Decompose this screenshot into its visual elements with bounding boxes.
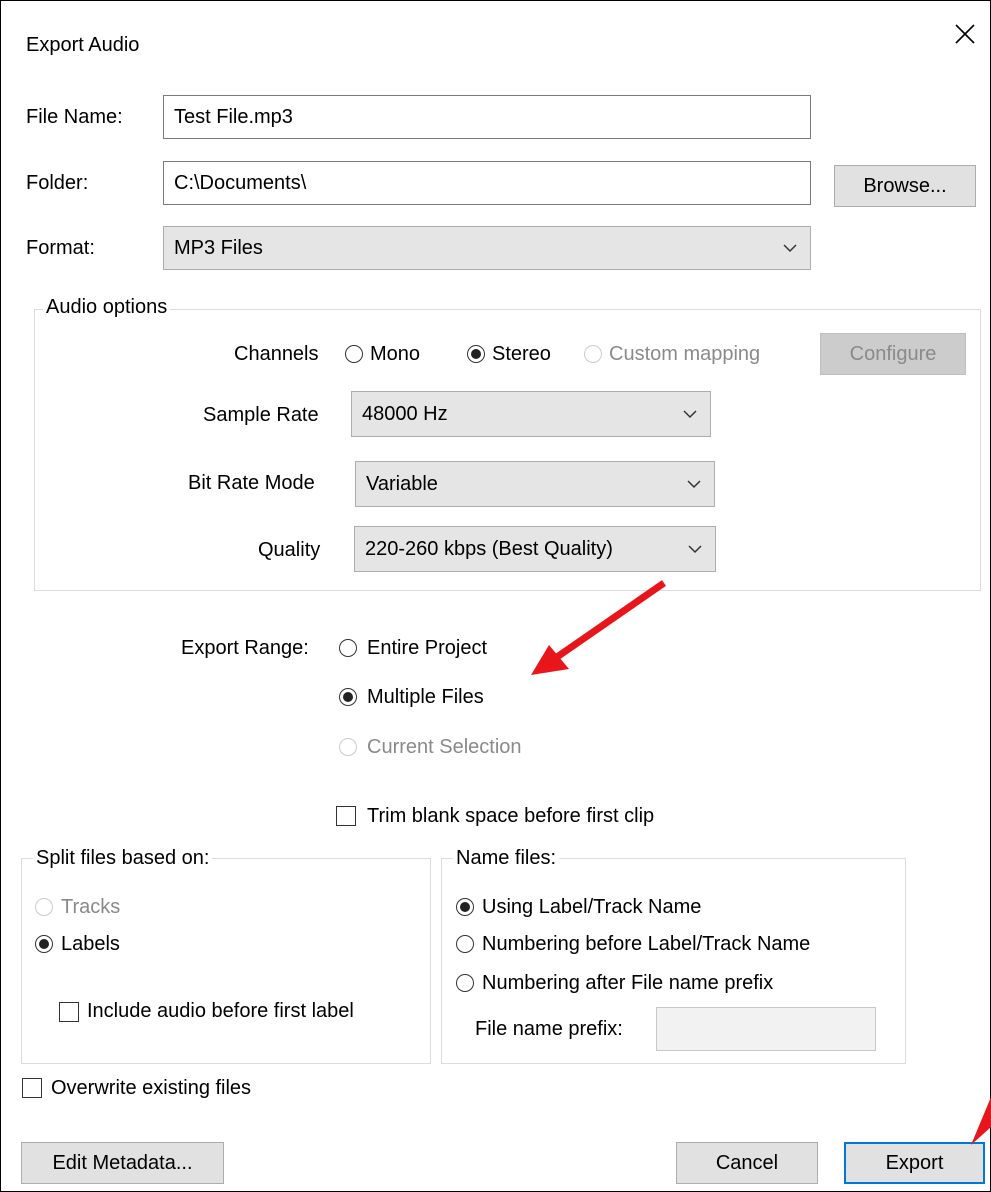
edit-metadata-button[interactable]: Edit Metadata... bbox=[21, 1142, 224, 1184]
overwrite-label: Overwrite existing files bbox=[51, 1077, 252, 1099]
file-name-label: File Name: bbox=[26, 106, 123, 128]
numbering-after-radio[interactable] bbox=[456, 974, 474, 992]
current-selection-radio[interactable] bbox=[339, 738, 357, 756]
dialog-title: Export Audio bbox=[26, 34, 140, 56]
chevron-down-icon bbox=[683, 410, 697, 419]
custom-mapping-label: Custom mapping bbox=[609, 343, 761, 365]
current-selection-label: Current Selection bbox=[367, 736, 522, 758]
export-audio-dialog: Export Audio File Name: Test File.mp3 Fo… bbox=[0, 0, 991, 1192]
multiple-files-label: Multiple Files bbox=[367, 686, 484, 708]
browse-button[interactable]: Browse... bbox=[834, 165, 976, 207]
file-name-prefix-input[interactable] bbox=[656, 1007, 876, 1051]
include-audio-label: Include audio before first label bbox=[87, 1000, 354, 1022]
sample-rate-label: Sample Rate bbox=[203, 404, 319, 426]
format-select[interactable]: MP3 Files bbox=[163, 226, 811, 270]
numbering-before-label: Numbering before Label/Track Name bbox=[482, 933, 811, 955]
cancel-button[interactable]: Cancel bbox=[676, 1142, 818, 1184]
format-select-value: MP3 Files bbox=[174, 236, 263, 259]
export-range-label: Export Range: bbox=[181, 637, 309, 659]
bit-rate-mode-select[interactable]: Variable bbox=[355, 461, 715, 507]
mono-label: Mono bbox=[370, 343, 421, 365]
bit-rate-mode-value: Variable bbox=[366, 472, 438, 495]
using-label-radio[interactable] bbox=[456, 898, 474, 916]
labels-label: Labels bbox=[61, 933, 120, 955]
annotation-arrow-icon bbox=[531, 580, 666, 675]
sample-rate-value: 48000 Hz bbox=[362, 402, 448, 425]
folder-label: Folder: bbox=[26, 172, 89, 194]
custom-mapping-radio[interactable] bbox=[584, 345, 602, 363]
split-files-title: Split files based on: bbox=[33, 846, 213, 870]
tracks-radio[interactable] bbox=[35, 898, 53, 916]
export-button[interactable]: Export bbox=[844, 1142, 985, 1184]
numbering-after-label: Numbering after File name prefix bbox=[482, 972, 774, 994]
audio-options-title: Audio options bbox=[43, 295, 171, 319]
labels-radio[interactable] bbox=[35, 935, 53, 953]
entire-project-radio[interactable] bbox=[339, 639, 357, 657]
channels-label: Channels bbox=[234, 343, 319, 365]
folder-input[interactable]: C:\Documents\ bbox=[163, 161, 811, 205]
sample-rate-select[interactable]: 48000 Hz bbox=[351, 391, 711, 437]
configure-button[interactable]: Configure bbox=[820, 333, 966, 375]
stereo-radio[interactable] bbox=[467, 345, 485, 363]
mono-radio[interactable] bbox=[345, 345, 363, 363]
chevron-down-icon bbox=[783, 244, 797, 253]
quality-label: Quality bbox=[258, 539, 321, 561]
bit-rate-mode-label: Bit Rate Mode bbox=[188, 472, 315, 494]
file-name-input[interactable]: Test File.mp3 bbox=[163, 95, 811, 139]
entire-project-label: Entire Project bbox=[367, 637, 488, 659]
include-audio-checkbox[interactable] bbox=[59, 1002, 79, 1022]
format-label: Format: bbox=[26, 237, 95, 259]
trim-blank-space-checkbox[interactable] bbox=[336, 806, 356, 826]
trim-blank-space-label: Trim blank space before first clip bbox=[367, 805, 655, 827]
stereo-label: Stereo bbox=[492, 343, 551, 365]
quality-select[interactable]: 220-260 kbps (Best Quality) bbox=[354, 526, 716, 572]
quality-value: 220-260 kbps (Best Quality) bbox=[365, 537, 613, 560]
tracks-label: Tracks bbox=[61, 896, 121, 918]
split-files-group bbox=[21, 858, 431, 1064]
file-name-prefix-label: File name prefix: bbox=[475, 1018, 623, 1040]
chevron-down-icon bbox=[687, 480, 701, 489]
multiple-files-radio[interactable] bbox=[339, 688, 357, 706]
numbering-before-radio[interactable] bbox=[456, 935, 474, 953]
chevron-down-icon bbox=[688, 545, 702, 554]
using-label-label: Using Label/Track Name bbox=[482, 896, 702, 918]
close-icon[interactable] bbox=[954, 23, 976, 45]
annotation-arrow-icon bbox=[971, 1097, 991, 1145]
overwrite-checkbox[interactable] bbox=[22, 1078, 42, 1098]
name-files-title: Name files: bbox=[453, 846, 560, 870]
